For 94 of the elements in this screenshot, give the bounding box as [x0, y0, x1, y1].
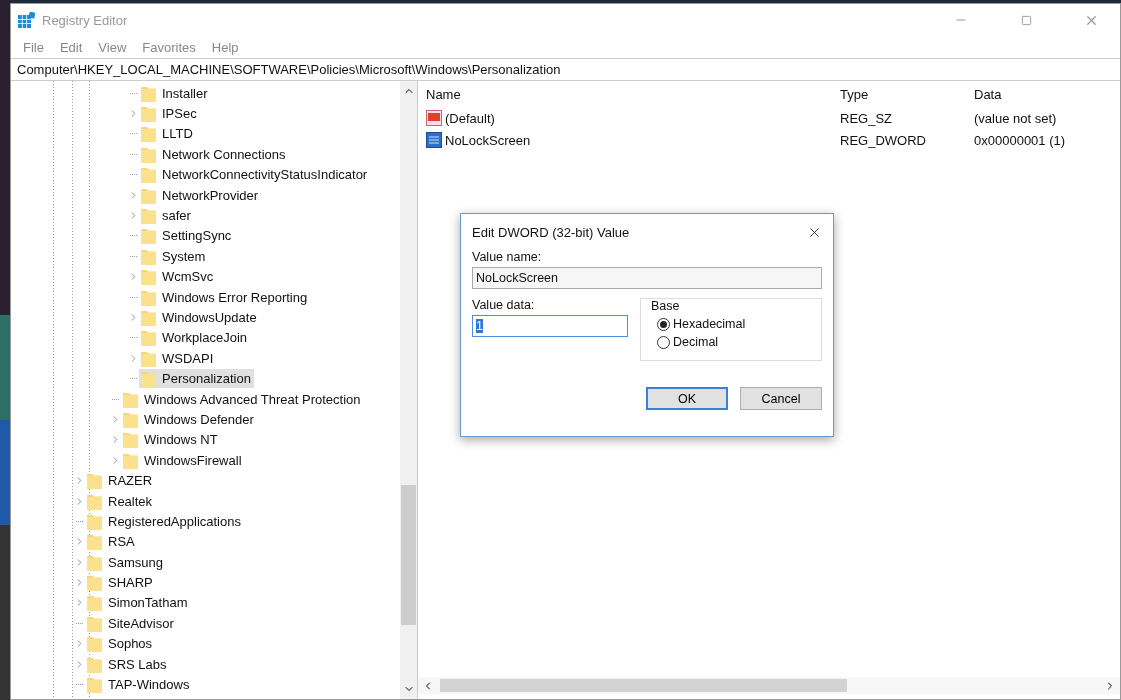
menu-item[interactable]: File: [17, 39, 50, 55]
tree-item[interactable]: WcmSvc: [139, 267, 217, 287]
field-label: Value name:: [472, 250, 543, 264]
folder-icon: [87, 553, 102, 571]
folder-icon: [141, 370, 156, 388]
tree-item[interactable]: Network Connections: [139, 144, 289, 164]
maximize-icon[interactable]: [1020, 14, 1032, 26]
folder-icon: [141, 329, 156, 347]
tree-item[interactable]: Samsung: [85, 552, 166, 572]
tree-item[interactable]: NetworkProvider: [139, 185, 262, 205]
tree-item[interactable]: safer: [139, 206, 194, 226]
folder-icon: [87, 512, 102, 530]
tree-item[interactable]: WSDAPI: [139, 348, 217, 368]
tree-item[interactable]: NetworkConnectivityStatusIndicator: [139, 165, 371, 185]
group-label: Base: [651, 299, 681, 313]
tree-item[interactable]: Windows Advanced Threat Protection: [121, 389, 364, 409]
folder-icon: [141, 207, 156, 225]
folder-icon: [141, 84, 156, 102]
folder-icon: [141, 125, 156, 143]
folder-icon: [87, 676, 102, 693]
tree-item[interactable]: SRS Labs: [85, 654, 170, 674]
folder-icon: [141, 186, 156, 204]
registry-icon: [18, 11, 35, 29]
folder-icon: [87, 614, 102, 632]
tree-item[interactable]: SettingSync: [139, 226, 235, 246]
value-name[interactable]: NoLockScreen: [426, 129, 840, 151]
tree-item[interactable]: SHARP: [85, 573, 156, 593]
tree-item[interactable]: WindowsFirewall: [121, 450, 245, 470]
tree-item[interactable]: IPSec: [139, 104, 200, 124]
folder-icon: [141, 105, 156, 123]
window-title: Registry Editor: [42, 12, 129, 28]
folder-icon: [87, 655, 102, 673]
folder-icon: [123, 451, 138, 469]
column-header[interactable]: Data: [974, 81, 1120, 107]
binary-value-icon: [426, 132, 442, 148]
tree-item[interactable]: SimonTatham: [85, 593, 191, 613]
value-data: (value not set): [974, 109, 1058, 128]
value-data: 0x00000001 (1): [974, 131, 1067, 150]
radio-option[interactable]: Decimal: [657, 335, 821, 349]
tree-item[interactable]: Installer: [139, 83, 211, 103]
tree-item[interactable]: RegisteredApplications: [85, 511, 244, 531]
folder-icon: [141, 288, 156, 306]
value-type: REG_SZ: [840, 109, 893, 128]
folder-icon: [123, 410, 138, 428]
scroll-thumb[interactable]: [440, 679, 847, 692]
folder-icon: [87, 533, 102, 551]
folder-icon: [141, 145, 156, 163]
folder-icon: [87, 492, 102, 510]
address-bar[interactable]: Computer\HKEY_LOCAL_MACHINE\SOFTWARE\Policies\Microsoft\Windows\Personalization: [11, 58, 1120, 81]
tree-item[interactable]: WindowsUpdate: [139, 308, 260, 327]
menu-item[interactable]: Edit: [53, 39, 89, 55]
tree-item[interactable]: Windows Error Reporting: [139, 287, 311, 307]
folder-icon: [87, 635, 102, 653]
dialog-button[interactable]: Cancel: [740, 387, 822, 410]
field-label: Value data:: [472, 298, 536, 312]
value-data-field[interactable]: 1: [472, 315, 628, 337]
dialog-title: Edit DWORD (32-bit) Value: [472, 224, 630, 240]
tree-item[interactable]: Realtek: [85, 491, 156, 511]
folder-icon: [87, 472, 102, 490]
scroll-thumb[interactable]: [401, 485, 416, 625]
tree-item[interactable]: Windows Defender: [121, 409, 257, 429]
value-name[interactable]: (Default): [426, 107, 840, 129]
folder-icon: [123, 431, 138, 449]
folder-icon: [87, 574, 102, 592]
value-type: REG_DWORD: [840, 131, 927, 150]
folder-icon: [141, 309, 156, 326]
string-value-icon: [426, 110, 442, 126]
folder-icon: [141, 349, 156, 367]
folder-icon: [141, 247, 156, 265]
folder-icon: [141, 268, 156, 286]
column-header[interactable]: Name: [426, 81, 840, 107]
folder-icon: [141, 166, 156, 184]
radio-option[interactable]: Hexadecimal: [657, 317, 821, 331]
menu-item[interactable]: View: [92, 39, 133, 55]
horizontal-scrollbar[interactable]: [418, 677, 1120, 694]
tree-item[interactable]: RSA: [85, 532, 138, 552]
vertical-scrollbar[interactable]: [400, 81, 417, 699]
tree-item[interactable]: Personalization: [139, 369, 254, 389]
folder-icon: [87, 594, 102, 612]
column-header[interactable]: Type: [840, 81, 974, 107]
folder-icon: [123, 390, 138, 408]
tree-item[interactable]: WorkplaceJoin: [139, 328, 251, 348]
folder-icon: [141, 227, 156, 245]
tree-item[interactable]: LLTD: [139, 124, 196, 144]
tree-item[interactable]: RAZER: [85, 471, 156, 491]
tree-item[interactable]: Sophos: [85, 634, 156, 654]
tree-item[interactable]: Windows NT: [121, 430, 221, 450]
menu-item[interactable]: Favorites: [136, 39, 202, 55]
dialog-button[interactable]: OK: [646, 387, 728, 410]
value-name-field[interactable]: NoLockScreen: [472, 267, 822, 289]
tree-item[interactable]: SiteAdvisor: [85, 613, 177, 633]
tree-item[interactable]: System: [139, 246, 209, 266]
tree-item[interactable]: TAP-Windows: [85, 675, 193, 694]
menu-item[interactable]: Help: [205, 39, 245, 55]
